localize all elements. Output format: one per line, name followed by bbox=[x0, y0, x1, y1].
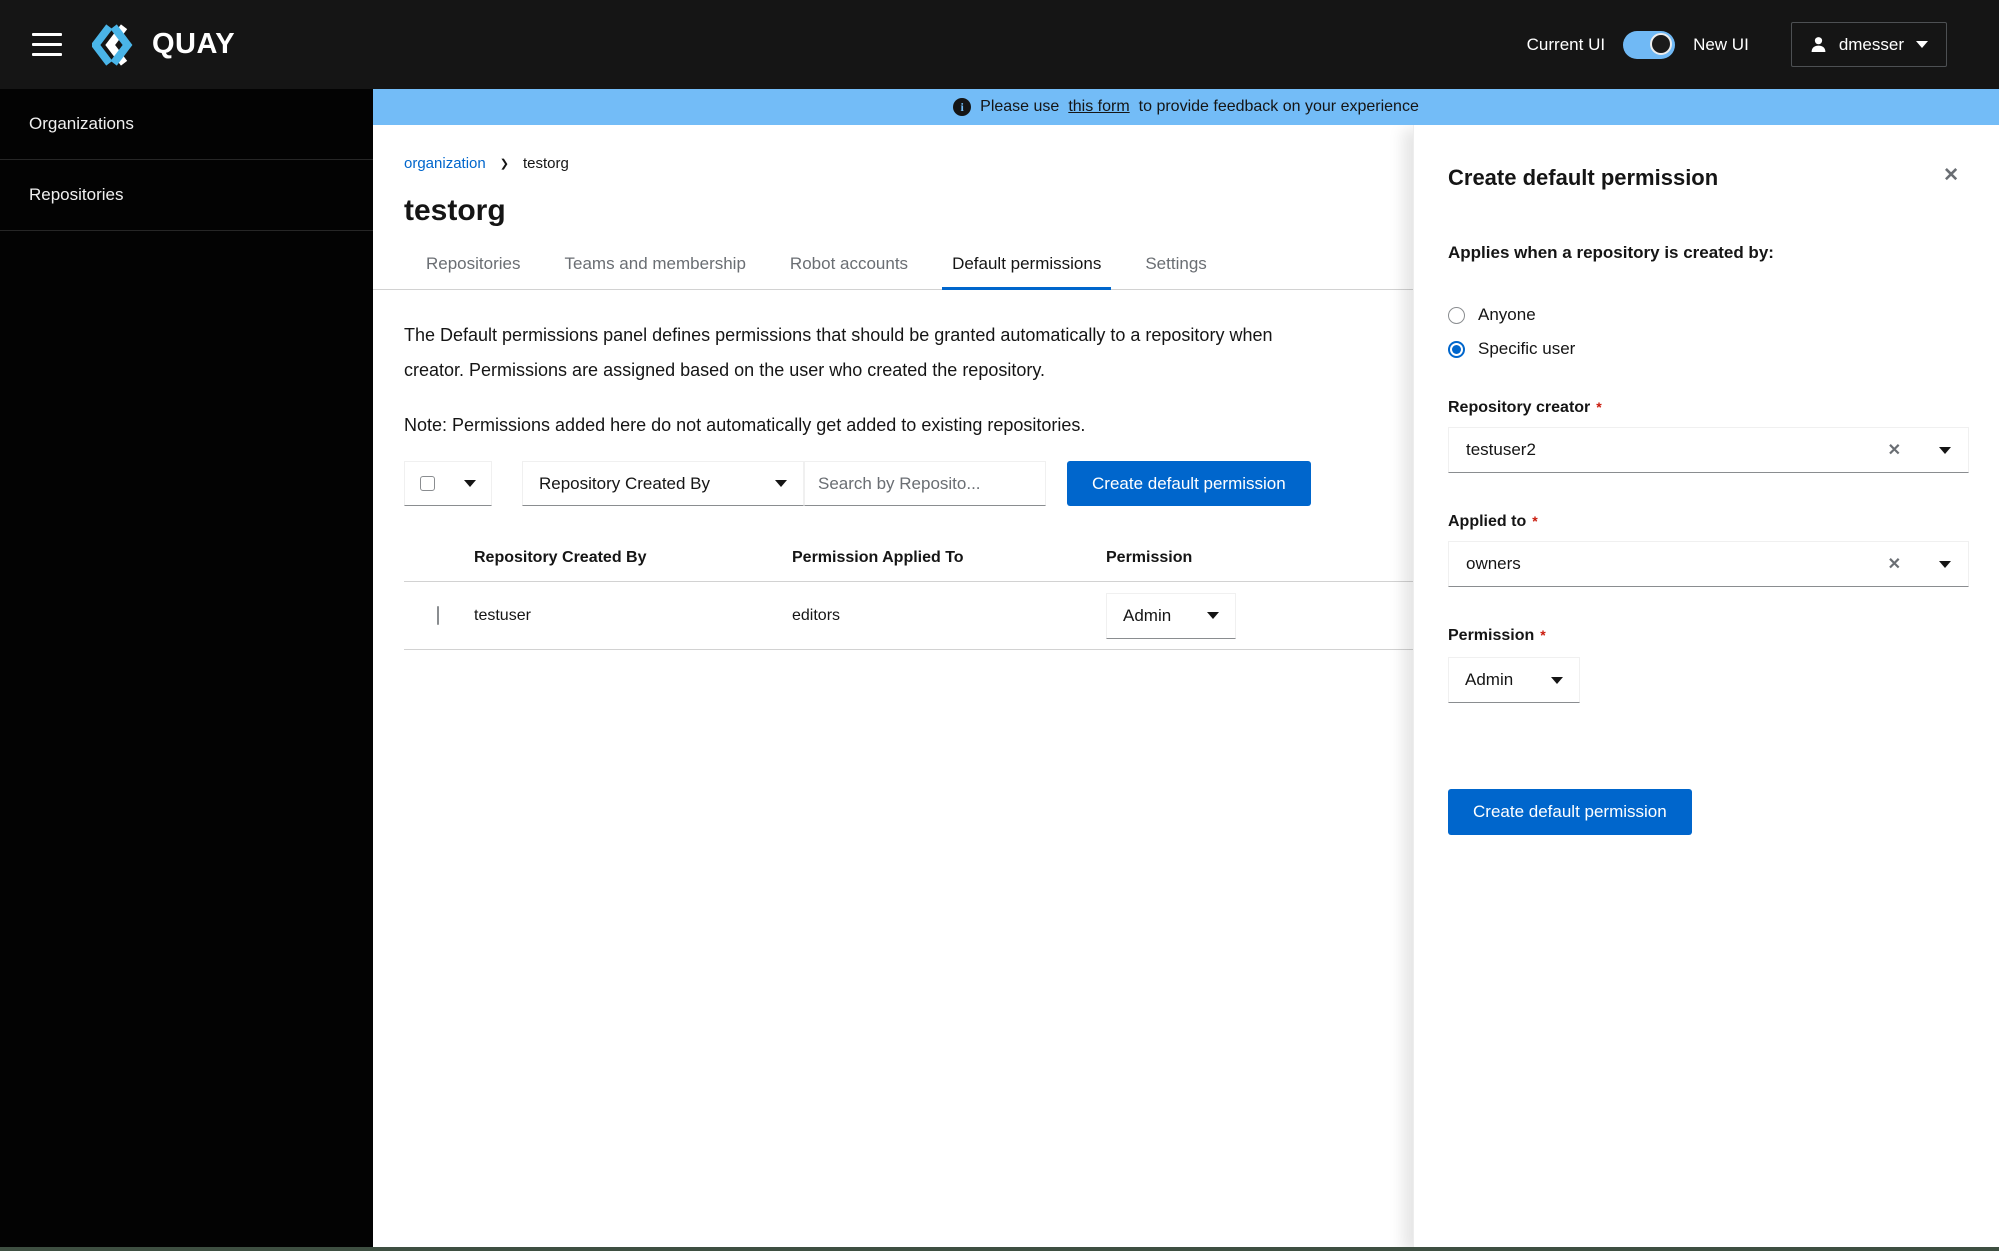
filter-column-dropdown[interactable]: Repository Created By bbox=[522, 461, 804, 506]
tab-default-permissions[interactable]: Default permissions bbox=[942, 248, 1112, 290]
banner-text-suffix: to provide feedback on your experience bbox=[1138, 98, 1419, 115]
row-permission-value: Admin bbox=[1123, 605, 1172, 625]
drawer-subtitle: Applies when a repository is created by: bbox=[1448, 243, 1774, 262]
filter-column-label: Repository Created By bbox=[539, 473, 711, 493]
quay-logo[interactable]: QUAY bbox=[92, 23, 236, 66]
repository-creator-input[interactable]: testuser2 ✕ bbox=[1448, 427, 1969, 473]
required-asterisk: * bbox=[1540, 627, 1546, 643]
tab-repositories[interactable]: Repositories bbox=[416, 248, 531, 289]
current-ui-label: Current UI bbox=[1526, 34, 1606, 54]
bulk-select-checkbox[interactable] bbox=[420, 476, 435, 491]
create-default-permission-drawer: Create default permission ✕ Applies when… bbox=[1413, 125, 1999, 1247]
radio-label: Specific user bbox=[1478, 339, 1576, 358]
breadcrumb-organization-link[interactable]: organization bbox=[404, 155, 486, 172]
radio-option-specific-user[interactable]: Specific user bbox=[1448, 339, 1967, 359]
caret-down-icon bbox=[1551, 676, 1563, 684]
sidebar: Organizations Repositories bbox=[0, 89, 373, 1247]
required-asterisk: * bbox=[1596, 399, 1602, 415]
user-name: dmesser bbox=[1838, 34, 1904, 54]
close-icon[interactable]: ✕ bbox=[1943, 165, 1959, 187]
radio-label: Anyone bbox=[1478, 305, 1536, 324]
permission-value: Admin bbox=[1465, 670, 1514, 689]
permission-dropdown[interactable]: Admin bbox=[1448, 657, 1580, 703]
row-checkbox[interactable] bbox=[437, 605, 439, 625]
repository-creator-value: testuser2 bbox=[1466, 440, 1536, 459]
info-icon: i bbox=[953, 98, 972, 116]
column-header-repository-created-by: Repository Created By bbox=[474, 548, 647, 566]
row-permission-dropdown[interactable]: Admin bbox=[1106, 592, 1236, 639]
breadcrumb-current: testorg bbox=[522, 155, 569, 172]
breadcrumb-chevron-icon: ❯ bbox=[499, 158, 509, 170]
masthead: QUAY Current UI New UI dmesser bbox=[0, 0, 1999, 89]
search-field bbox=[804, 461, 1046, 506]
radio-icon[interactable] bbox=[1448, 306, 1465, 324]
hamburger-menu-icon[interactable] bbox=[32, 33, 62, 56]
tab-teams-and-membership[interactable]: Teams and membership bbox=[555, 248, 756, 289]
create-default-permission-button[interactable]: Create default permission bbox=[1067, 461, 1311, 506]
applied-to-input[interactable]: owners ✕ bbox=[1448, 541, 1969, 587]
tab-settings[interactable]: Settings bbox=[1135, 248, 1216, 289]
clear-icon[interactable]: ✕ bbox=[1888, 554, 1901, 574]
created-by-radio-group: Anyone Specific user bbox=[1448, 305, 1967, 359]
banner-text-prefix: Please use bbox=[980, 98, 1060, 115]
repository-creator-label: Repository creator * bbox=[1448, 399, 1602, 416]
drawer-title: Create default permission bbox=[1448, 165, 1719, 190]
sidebar-item-label: Organizations bbox=[29, 114, 134, 133]
user-icon bbox=[1811, 37, 1826, 52]
radio-icon-selected[interactable] bbox=[1448, 340, 1465, 358]
sidebar-item-organizations[interactable]: Organizations bbox=[0, 89, 373, 160]
caret-down-icon bbox=[1207, 612, 1219, 619]
applied-to-value: owners bbox=[1466, 554, 1521, 573]
applied-to-label: Applied to * bbox=[1448, 513, 1538, 530]
user-menu[interactable]: dmesser bbox=[1790, 22, 1947, 67]
clear-icon[interactable]: ✕ bbox=[1888, 440, 1901, 460]
caret-down-icon[interactable] bbox=[1939, 560, 1951, 568]
caret-down-icon[interactable] bbox=[1939, 446, 1951, 454]
permission-label: Permission * bbox=[1448, 627, 1546, 644]
cell-repository-created-by: testuser bbox=[474, 606, 531, 624]
tab-robot-accounts[interactable]: Robot accounts bbox=[780, 248, 918, 289]
caret-down-icon bbox=[464, 480, 476, 487]
required-asterisk: * bbox=[1532, 513, 1538, 529]
caret-down-icon bbox=[775, 480, 787, 487]
column-header-permission-applied-to: Permission Applied To bbox=[792, 548, 964, 566]
sidebar-item-label: Repositories bbox=[29, 185, 124, 204]
feedback-form-link[interactable]: this form bbox=[1068, 98, 1129, 116]
ui-toggle-switch[interactable] bbox=[1623, 30, 1676, 59]
search-input[interactable] bbox=[818, 473, 1032, 494]
drawer-create-default-permission-button[interactable]: Create default permission bbox=[1448, 789, 1692, 835]
quay-logo-icon bbox=[92, 23, 133, 66]
bottom-edge-strip bbox=[0, 1247, 1999, 1251]
sidebar-item-repositories[interactable]: Repositories bbox=[0, 160, 373, 231]
bulk-select-dropdown[interactable] bbox=[404, 461, 492, 506]
chevron-down-icon bbox=[1916, 41, 1928, 48]
feedback-banner: i Please use this form to provide feedba… bbox=[373, 89, 1999, 125]
toggle-knob bbox=[1650, 32, 1673, 55]
cell-permission-applied-to: editors bbox=[792, 606, 841, 624]
brand-text: QUAY bbox=[152, 28, 236, 60]
new-ui-label: New UI bbox=[1693, 34, 1749, 54]
radio-option-anyone[interactable]: Anyone bbox=[1448, 305, 1967, 325]
